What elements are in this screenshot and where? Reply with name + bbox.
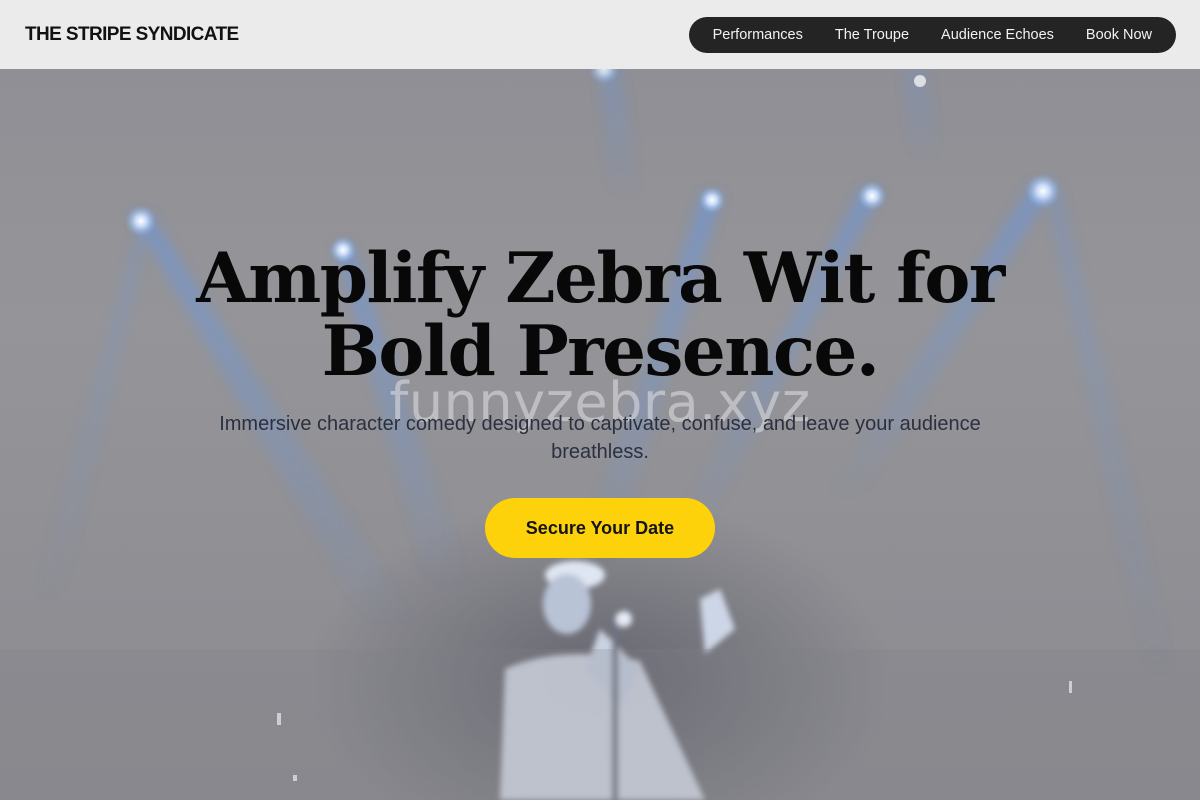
hero-headline: Amplify Zebra Wit for Bold Presence. [196,238,1005,392]
secure-date-button[interactable]: Secure Your Date [485,498,715,558]
nav-item-audience-echoes[interactable]: Audience Echoes [925,17,1070,53]
nav-item-the-troupe[interactable]: The Troupe [819,17,925,53]
main-nav: Performances The Troupe Audience Echoes … [688,16,1176,53]
brand-logo[interactable]: THE STRIPE SYNDICATE [25,24,239,46]
hero-section: funnyzebra.xyz Amplify Zebra Wit for Bol… [0,69,1200,800]
nav-item-book-now[interactable]: Book Now [1070,17,1168,53]
nav-item-performances[interactable]: Performances [697,17,819,53]
hero-subheadline: Immersive character comedy designed to c… [219,413,981,463]
site-header: THE STRIPE SYNDICATE Performances The Tr… [0,0,1200,69]
